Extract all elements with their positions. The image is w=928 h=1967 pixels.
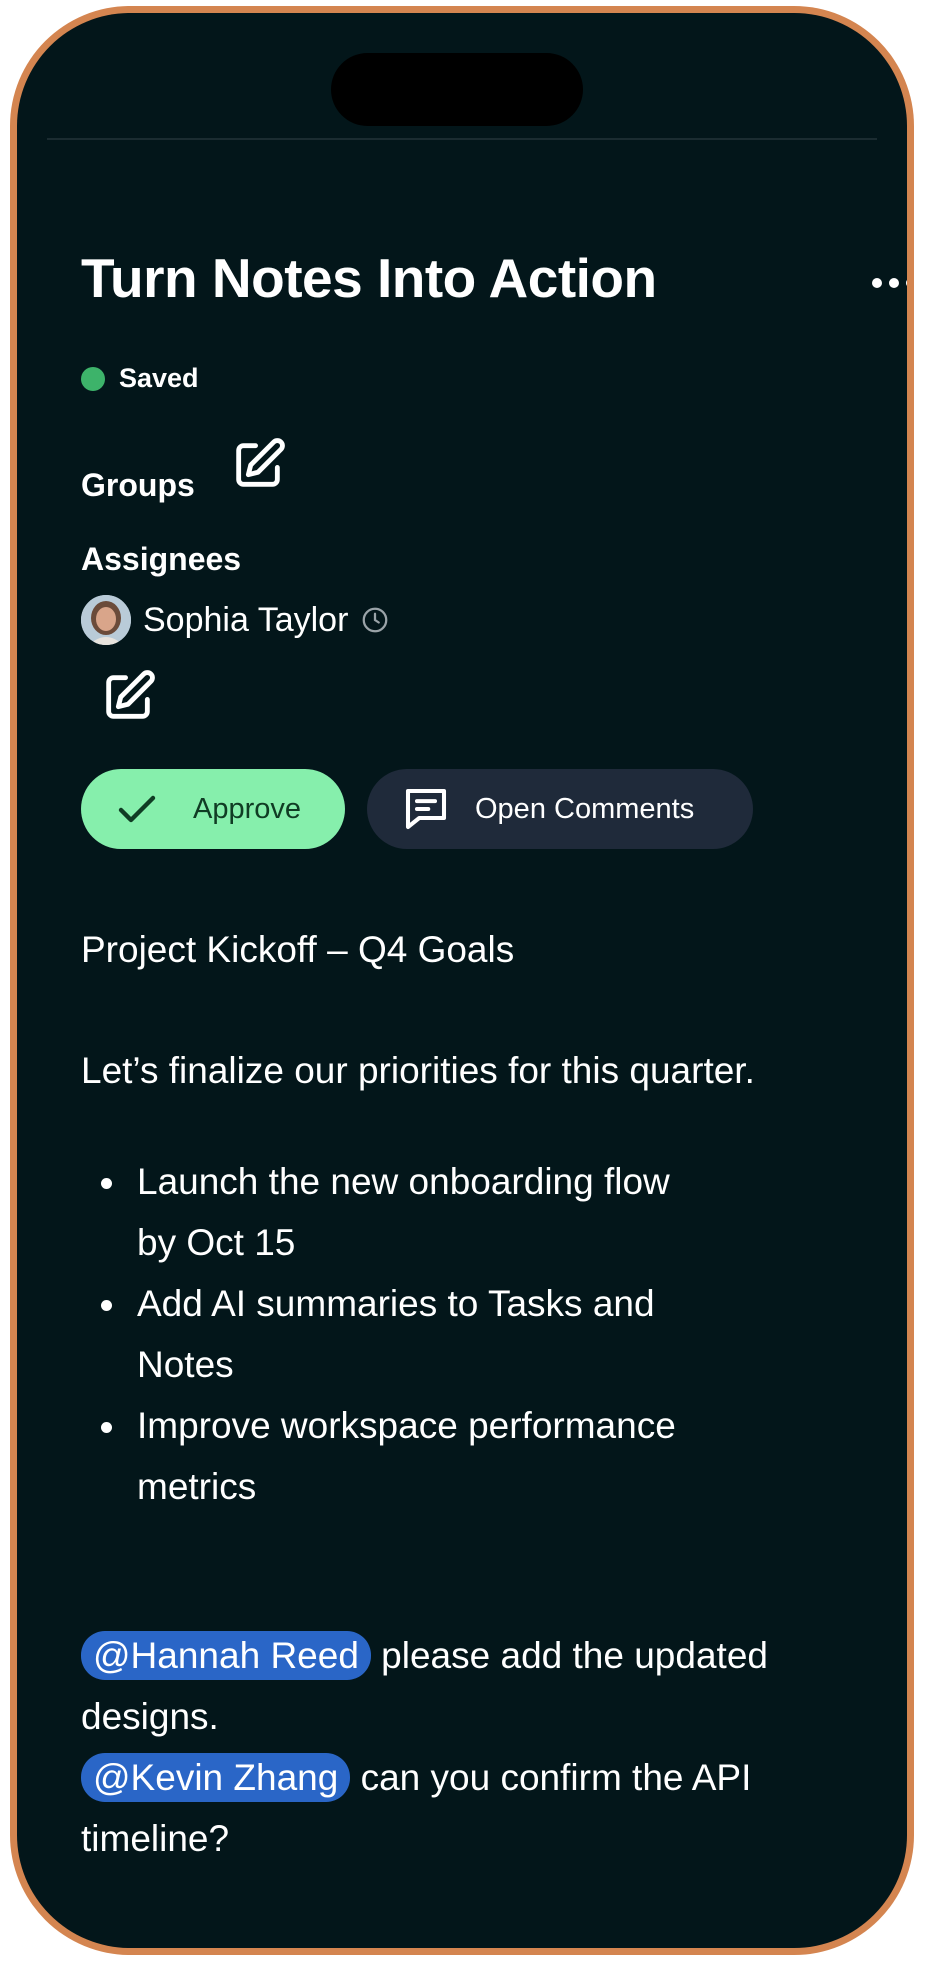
edit-assignees-button[interactable]	[99, 668, 157, 726]
status-dot	[81, 366, 105, 391]
avatar	[81, 595, 131, 645]
body-heading: Project Kickoff – Q4 Goals	[81, 929, 515, 970]
goals-list: Launch the new onboarding flow by Oct 15…	[81, 1151, 817, 1517]
list-item: Launch the new onboarding flow by Oct 15	[101, 1151, 817, 1273]
open-comments-label: Open Comments	[475, 792, 695, 825]
check-icon	[118, 795, 156, 823]
comment-icon	[405, 788, 447, 830]
save-status-label: Saved	[119, 363, 199, 393]
mention-line: @Kevin Zhang can you confirm the API tim…	[81, 1747, 881, 1869]
list-item: Add AI summaries to Tasks and Notes	[101, 1273, 817, 1395]
approve-label: Approve	[193, 792, 302, 825]
mentions-block: @Hannah Reed please add the updated desi…	[81, 1625, 881, 1869]
dynamic-island	[331, 53, 583, 126]
mention-line: @Hannah Reed please add the updated desi…	[81, 1625, 881, 1747]
header-divider	[47, 138, 877, 140]
edit-groups-button[interactable]	[229, 436, 287, 494]
save-status: Saved	[81, 363, 199, 394]
avatar-image	[81, 595, 131, 645]
mention-kevin-zhang[interactable]: @Kevin Zhang	[81, 1753, 351, 1802]
groups-label: Groups	[81, 467, 195, 503]
more-horizontal-icon	[872, 278, 882, 288]
list-item: Improve workspace performance metrics	[101, 1395, 817, 1517]
assignee-name: Sophia Taylor	[143, 600, 349, 639]
approve-button[interactable]: Approve	[81, 769, 345, 849]
screen: Turn Notes Into Action Saved Groups Assi…	[17, 13, 907, 1948]
clock-icon	[363, 607, 388, 633]
body-intro: Let’s finalize our priorities for this q…	[81, 1050, 755, 1091]
assignee-chip[interactable]: Sophia Taylor	[81, 595, 390, 645]
phone-frame: Turn Notes Into Action Saved Groups Assi…	[10, 6, 914, 1955]
assignees-label: Assignees	[81, 541, 242, 577]
note-title: Turn Notes Into Action	[81, 247, 657, 309]
open-comments-button[interactable]: Open Comments	[367, 769, 753, 849]
more-options-button[interactable]	[872, 278, 907, 288]
mention-hannah-reed[interactable]: @Hannah Reed	[81, 1631, 371, 1680]
